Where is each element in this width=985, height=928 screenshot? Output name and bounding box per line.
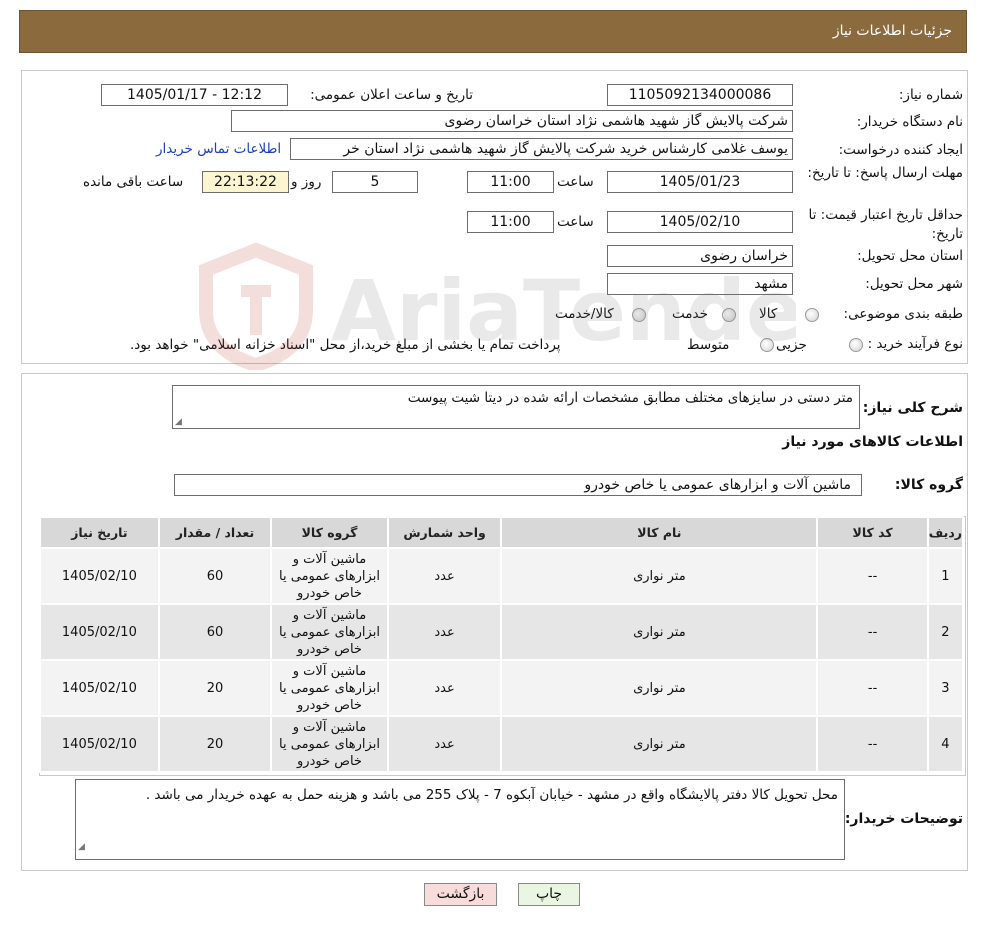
process-option-medium: متوسط xyxy=(687,337,730,353)
col-name: نام کالا xyxy=(500,516,819,549)
buyer-notes-text: محل تحویل کالا دفتر پالایشگاه واقع در مش… xyxy=(145,787,838,803)
deadline-date-field[interactable]: 1405/01/23 xyxy=(607,171,793,193)
back-button[interactable]: بازگشت xyxy=(424,883,497,906)
category-option-goods-service: کالا/خدمت xyxy=(555,306,614,322)
cell-row: 3 xyxy=(926,659,965,717)
cell-row: 1 xyxy=(926,547,965,605)
table-header-row: ردیف کد کالا نام کالا واحد شمارش گروه کا… xyxy=(39,516,965,549)
cell-name: متر نواری xyxy=(500,547,819,605)
cell-need-date: 1405/02/10 xyxy=(39,603,160,661)
cell-need-date: 1405/02/10 xyxy=(39,547,160,605)
province-field[interactable]: خراسان رضوی xyxy=(607,245,793,267)
cell-row: 4 xyxy=(926,715,965,773)
cell-code: -- xyxy=(816,603,929,661)
days-label: روز و xyxy=(291,174,322,190)
col-need-date: تاریخ نیاز xyxy=(39,516,160,549)
buyer-org-field[interactable]: شرکت پالایش گاز شهید هاشمی نژاد استان خر… xyxy=(231,110,793,132)
description-text: متر دستی در سایزهای مختلف مطابق مشخصات ا… xyxy=(407,390,853,406)
table-row[interactable]: 4 -- متر نواری عدد ماشین آلات و ابزارهای… xyxy=(39,715,965,773)
cell-name: متر نواری xyxy=(500,659,819,717)
col-row: ردیف xyxy=(926,516,965,549)
deadline-time-field[interactable]: 11:00 xyxy=(467,171,554,193)
goods-details-panel: شرح کلی نیاز: متر دستی در سایزهای مختلف … xyxy=(21,373,968,871)
validity-time-field[interactable]: 11:00 xyxy=(467,211,554,233)
city-label: شهر محل تحویل: xyxy=(865,276,963,292)
cell-row: 2 xyxy=(926,603,965,661)
cell-quantity: 20 xyxy=(157,659,273,717)
cell-quantity: 60 xyxy=(157,547,273,605)
days-field[interactable]: 5 xyxy=(332,171,418,193)
goods-group-field[interactable]: ماشین آلات و ابزارهای عمومی یا خاص خودرو xyxy=(174,474,862,496)
creator-label: ایجاد کننده درخواست: xyxy=(838,142,963,158)
deadline-label: مهلت ارسال پاسخ: تا تاریخ: xyxy=(807,165,963,181)
goods-table: ردیف کد کالا نام کالا واحد شمارش گروه کا… xyxy=(39,516,965,773)
cell-code: -- xyxy=(816,659,929,717)
city-field[interactable]: مشهد xyxy=(607,273,793,295)
cell-unit: عدد xyxy=(386,603,503,661)
description-label: شرح کلی نیاز: xyxy=(862,400,963,416)
contact-buyer-link[interactable]: اطلاعات تماس خریدار xyxy=(156,141,281,157)
category-radio-service[interactable] xyxy=(722,308,736,322)
remaining-time-field: 22:13:22 xyxy=(202,171,289,193)
category-radio-goods-service[interactable] xyxy=(632,308,646,322)
creator-field[interactable]: یوسف غلامی کارشناس خرید شرکت پالایش گاز … xyxy=(290,138,793,160)
buyer-org-label: نام دستگاه خریدار: xyxy=(856,114,963,130)
resize-grip-icon[interactable]: ◢ xyxy=(175,417,182,427)
cell-unit: عدد xyxy=(386,547,503,605)
process-radio-minor[interactable] xyxy=(849,338,863,352)
process-radio-medium[interactable] xyxy=(760,338,774,352)
col-unit: واحد شمارش xyxy=(386,516,503,549)
validity-label: حداقل تاریخ اعتبار قیمت: تا تاریخ: xyxy=(808,207,963,242)
resize-grip-icon[interactable]: ◢ xyxy=(78,836,85,858)
process-label: نوع فرآیند خرید : xyxy=(867,336,963,352)
category-option-service: خدمت xyxy=(672,306,708,322)
print-button[interactable]: چاپ xyxy=(518,883,580,906)
cell-group: ماشین آلات و ابزارهای عمومی یا خاص خودرو xyxy=(270,547,389,605)
category-label: طبقه بندی موضوعی: xyxy=(843,306,963,322)
description-textarea[interactable]: متر دستی در سایزهای مختلف مطابق مشخصات ا… xyxy=(172,385,860,429)
category-option-goods: کالا xyxy=(759,306,778,322)
cell-name: متر نواری xyxy=(500,603,819,661)
page-title: جزئیات اطلاعات نیاز xyxy=(832,23,952,39)
validity-date-field[interactable]: 1405/02/10 xyxy=(607,211,793,233)
table-row[interactable]: 1 -- متر نواری عدد ماشین آلات و ابزارهای… xyxy=(39,547,965,605)
page-header: جزئیات اطلاعات نیاز xyxy=(19,10,967,53)
buyer-notes-textarea[interactable]: محل تحویل کالا دفتر پالایشگاه واقع در مش… xyxy=(75,779,845,860)
cell-quantity: 60 xyxy=(157,603,273,661)
category-radio-goods[interactable] xyxy=(805,308,819,322)
cell-group: ماشین آلات و ابزارهای عمومی یا خاص خودرو xyxy=(270,603,389,661)
cell-group: ماشین آلات و ابزارهای عمومی یا خاص خودرو xyxy=(270,659,389,717)
cell-quantity: 20 xyxy=(157,715,273,773)
col-quantity: تعداد / مقدار xyxy=(157,516,273,549)
col-code: کد کالا xyxy=(816,516,929,549)
cell-unit: عدد xyxy=(386,659,503,717)
announce-label: تاریخ و ساعت اعلان عمومی: xyxy=(310,87,473,103)
deadline-time-label: ساعت xyxy=(557,174,594,190)
goods-info-title: اطلاعات کالاهای مورد نیاز xyxy=(782,434,963,450)
process-option-minor: جزیی xyxy=(776,337,807,353)
process-note: پرداخت تمام یا بخشی از مبلغ خرید،از محل … xyxy=(130,337,561,353)
cell-code: -- xyxy=(816,715,929,773)
request-info-panel: شماره نیاز: 1105092134000086 تاریخ و ساع… xyxy=(21,70,968,364)
cell-need-date: 1405/02/10 xyxy=(39,715,160,773)
table-row[interactable]: 2 -- متر نواری عدد ماشین آلات و ابزارهای… xyxy=(39,603,965,661)
cell-code: -- xyxy=(816,547,929,605)
goods-group-label: گروه کالا: xyxy=(894,477,963,493)
need-number-label: شماره نیاز: xyxy=(898,87,963,103)
need-number-field[interactable]: 1105092134000086 xyxy=(607,84,793,106)
remaining-time-label: ساعت باقی مانده xyxy=(83,174,184,190)
cell-need-date: 1405/02/10 xyxy=(39,659,160,717)
col-group: گروه کالا xyxy=(270,516,389,549)
cell-unit: عدد xyxy=(386,715,503,773)
announce-field[interactable]: 1405/01/17 - 12:12 xyxy=(101,84,288,106)
cell-name: متر نواری xyxy=(500,715,819,773)
province-label: استان محل تحویل: xyxy=(857,248,963,264)
buyer-notes-label: توضیحات خریدار: xyxy=(844,811,963,827)
table-row[interactable]: 3 -- متر نواری عدد ماشین آلات و ابزارهای… xyxy=(39,659,965,717)
cell-group: ماشین آلات و ابزارهای عمومی یا خاص خودرو xyxy=(270,715,389,773)
validity-time-label: ساعت xyxy=(557,214,594,230)
